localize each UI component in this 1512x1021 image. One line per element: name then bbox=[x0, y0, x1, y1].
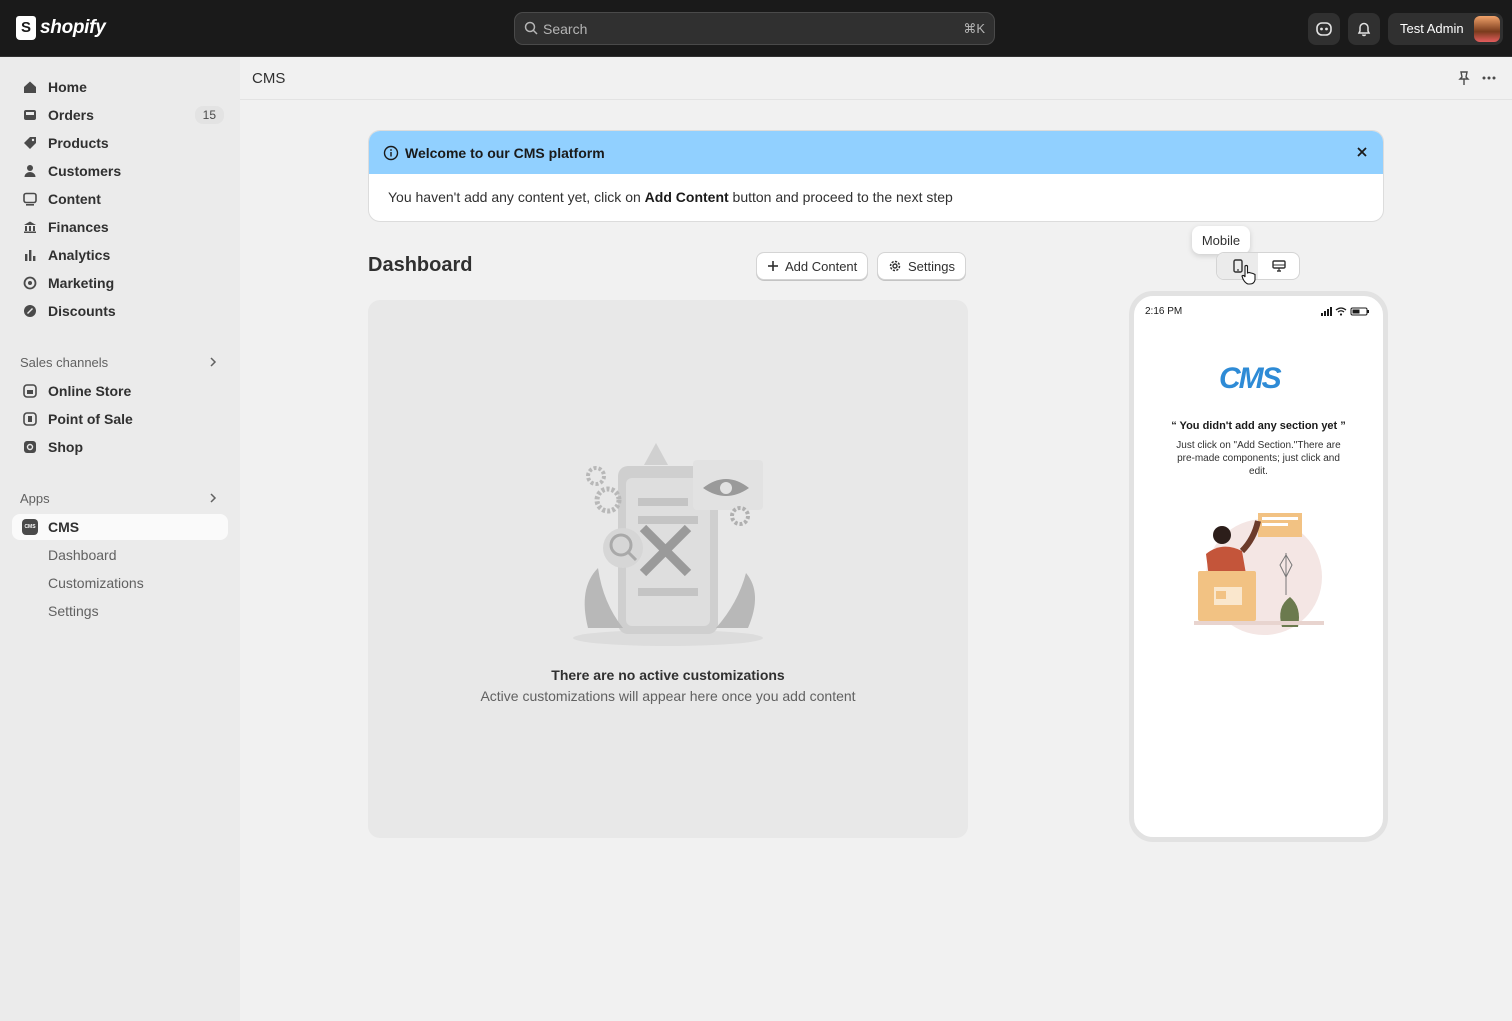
settings-label: Settings bbox=[908, 258, 955, 274]
sidekick-icon bbox=[1316, 22, 1332, 36]
phone-empty-body: Just click on "Add Section."There are pr… bbox=[1176, 440, 1341, 477]
welcome-banner: Welcome to our CMS platform You haven't … bbox=[368, 130, 1384, 222]
sidebar-subitem-customizations[interactable]: Customizations bbox=[48, 575, 144, 591]
add-content-button[interactable]: Add Content bbox=[756, 252, 869, 280]
cms-logo: CMS bbox=[1219, 362, 1282, 395]
sidebar-item-label: Shop bbox=[48, 439, 83, 455]
sidebar-item-discounts[interactable]: Discounts bbox=[12, 298, 228, 324]
notifications-button[interactable] bbox=[1348, 13, 1380, 45]
desktop-icon bbox=[1271, 260, 1286, 272]
bar-chart-icon bbox=[22, 247, 38, 263]
plus-icon bbox=[768, 261, 778, 271]
sidebar-item-point-of-sale[interactable]: Point of Sale bbox=[12, 406, 228, 432]
desktop-preview-button[interactable] bbox=[1258, 253, 1299, 279]
sidebar-item-online-store[interactable]: Online Store bbox=[12, 378, 228, 404]
shopify-logo[interactable]: shopify bbox=[16, 16, 106, 40]
add-content-label: Add Content bbox=[785, 258, 858, 274]
chevron-right-icon[interactable] bbox=[208, 357, 218, 367]
inbox-icon bbox=[22, 107, 38, 123]
sidebar-item-orders[interactable]: Orders 15 bbox=[12, 102, 228, 128]
shopify-bag-icon bbox=[16, 16, 36, 40]
sidebar-item-label: Discounts bbox=[48, 303, 116, 319]
pos-icon bbox=[22, 411, 38, 427]
empty-state-card: There are no active customizations Activ… bbox=[368, 300, 968, 838]
search-shortcut: ⌘K bbox=[963, 21, 985, 36]
shop-icon bbox=[22, 439, 38, 455]
banner-message: You haven't add any content yet, click o… bbox=[388, 189, 953, 205]
preview-toggle bbox=[1216, 252, 1300, 280]
phone-empty-title: “ You didn't add any section yet ” bbox=[1171, 420, 1346, 432]
info-icon bbox=[383, 145, 399, 161]
banner-text-before: You haven't add any content yet, click o… bbox=[388, 189, 645, 205]
banner-text-bold: Add Content bbox=[644, 189, 729, 205]
sidebar-item-label: CMS bbox=[48, 519, 80, 535]
phone-empty-illustration bbox=[1194, 513, 1324, 635]
banner-text-after: button and proceed to the next step bbox=[728, 189, 953, 205]
empty-state-title: There are no active customizations bbox=[551, 667, 785, 683]
sidebar-item-marketing[interactable]: Marketing bbox=[12, 270, 228, 296]
sidebar-item-shop[interactable]: Shop bbox=[12, 434, 228, 460]
brand-name: shopify bbox=[40, 17, 106, 38]
sidekick-button[interactable] bbox=[1308, 13, 1340, 45]
sidebar-item-label: Finances bbox=[48, 219, 109, 235]
dashboard-title: Dashboard bbox=[368, 254, 473, 276]
sidebar-item-customers[interactable]: Customers bbox=[12, 158, 228, 184]
settings-button[interactable]: Settings bbox=[877, 252, 966, 280]
user-menu[interactable]: Test Admin bbox=[1388, 13, 1503, 45]
avatar bbox=[1474, 16, 1500, 42]
sales-channels-label[interactable]: Sales channels bbox=[20, 355, 108, 370]
tag-icon bbox=[22, 135, 38, 151]
discount-icon bbox=[22, 303, 38, 319]
mobile-tooltip: Mobile bbox=[1192, 226, 1250, 254]
sidebar-item-analytics[interactable]: Analytics bbox=[12, 242, 228, 268]
user-name: Test Admin bbox=[1400, 21, 1464, 36]
sidebar-item-label: Point of Sale bbox=[48, 411, 133, 427]
pointer-cursor-icon bbox=[1241, 264, 1256, 285]
chevron-right-icon[interactable] bbox=[208, 493, 218, 503]
target-icon bbox=[22, 275, 38, 291]
bell-icon bbox=[1357, 22, 1371, 37]
sidebar: Home Orders 15 Products Customers Conten… bbox=[0, 57, 240, 1021]
top-bar: shopify Search ⌘K Test Admin bbox=[0, 0, 1512, 57]
orders-count-badge: 15 bbox=[194, 106, 224, 124]
phone-time: 2:16 PM bbox=[1145, 306, 1183, 317]
home-icon bbox=[22, 79, 38, 95]
search-input[interactable]: Search ⌘K bbox=[514, 12, 995, 45]
sidebar-item-finances[interactable]: Finances bbox=[12, 214, 228, 240]
person-icon bbox=[22, 163, 38, 179]
empty-state-subtitle: Active customizations will appear here o… bbox=[480, 688, 856, 704]
sidebar-item-products[interactable]: Products bbox=[12, 130, 228, 156]
sidebar-item-home[interactable]: Home bbox=[12, 74, 228, 100]
phone-status-icons bbox=[1321, 307, 1369, 316]
sidebar-item-label: Analytics bbox=[48, 247, 111, 263]
empty-state-illustration bbox=[573, 443, 763, 646]
search-icon bbox=[524, 21, 538, 35]
sidebar-subitem-settings[interactable]: Settings bbox=[48, 603, 99, 619]
banner-title: Welcome to our CMS platform bbox=[405, 145, 605, 161]
mobile-preview-frame: 2:16 PM CMS “ You didn't add any section… bbox=[1129, 291, 1388, 842]
search-placeholder: Search bbox=[543, 21, 588, 37]
store-icon bbox=[22, 383, 38, 399]
cms-app-icon: CMS bbox=[22, 519, 38, 535]
more-horizontal-icon[interactable] bbox=[1481, 70, 1497, 86]
banner-header: Welcome to our CMS platform bbox=[369, 131, 1383, 174]
page-title: CMS bbox=[252, 70, 286, 87]
bank-icon bbox=[22, 219, 38, 235]
gear-icon bbox=[889, 260, 901, 272]
sidebar-item-label: Orders bbox=[48, 107, 94, 123]
page-header: CMS bbox=[240, 57, 1512, 100]
sidebar-item-label: Content bbox=[48, 191, 101, 207]
sidebar-item-label: Marketing bbox=[48, 275, 115, 291]
apps-label[interactable]: Apps bbox=[20, 491, 50, 506]
sidebar-item-label: Products bbox=[48, 135, 109, 151]
sidebar-subitem-dashboard[interactable]: Dashboard bbox=[48, 547, 117, 563]
sidebar-item-cms[interactable]: CMS CMS bbox=[12, 514, 228, 540]
sidebar-item-content[interactable]: Content bbox=[12, 186, 228, 212]
close-icon[interactable] bbox=[1355, 145, 1369, 159]
sidebar-item-label: Home bbox=[48, 79, 87, 95]
image-icon bbox=[22, 191, 38, 207]
sidebar-item-label: Customers bbox=[48, 163, 122, 179]
pin-icon[interactable] bbox=[1456, 70, 1472, 86]
sidebar-item-label: Online Store bbox=[48, 383, 132, 399]
